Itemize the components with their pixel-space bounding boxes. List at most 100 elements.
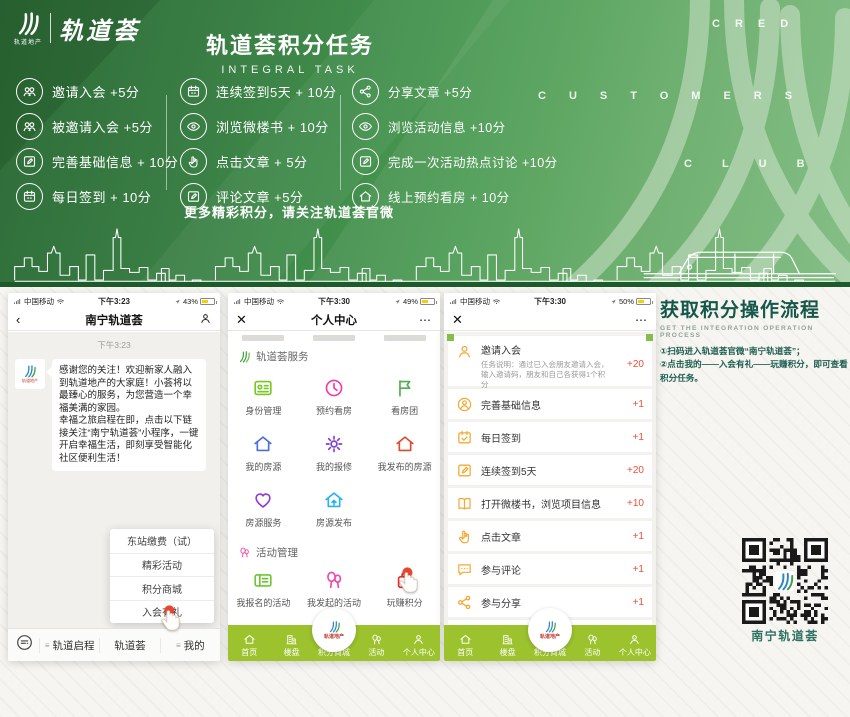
toolbar-item[interactable]: ≡我的 [160,638,220,653]
header-footnote: 更多精彩积分，请关注轨道荟官微 [184,202,394,221]
nav-bar: ✕ 个人中心 ⋯ [228,309,440,331]
view-activity-icon [352,113,379,140]
task-item[interactable]: 点击文章+1 [448,521,652,551]
more-icon[interactable]: ⋯ [635,313,648,327]
task-item[interactable]: 邀请入会任务说明：通过已入会朋友邀请入会，输入邀请码，朋友和自己各获得1个积分 … [448,336,652,386]
task-column-3: 分享文章 +5分 浏览活动信息 +10分 完成一次活动热点讨论 +10分 线上预… [352,78,558,210]
brand-divider [50,13,51,43]
tab-home[interactable]: 首页 [444,625,486,661]
task-item[interactable]: 每日签到+1 [448,422,652,452]
service-grid-row: 我的房源 我的报修 我发布的房源 [228,433,440,473]
app-tab-bar: 首页 楼盘 轨道地产 积分商城 活动 个人中心 [228,625,440,661]
menu-icon: ≡ [45,641,50,650]
qr-code [742,538,828,624]
tab-properties[interactable]: 楼盘 [270,625,312,661]
grid-item[interactable]: 我发布的房源 [369,433,440,473]
tab-activities[interactable]: 活动 [571,625,613,661]
brand-name: 轨道荟 [59,11,140,46]
task-item[interactable]: 打开微楼书，浏览项目信息+10 [448,488,652,518]
comment-icon [456,561,473,578]
grid-item[interactable]: 房源服务 [228,489,299,529]
grid-item[interactable]: 我的房源 [228,433,299,473]
avatar[interactable]: 轨道地产 [15,359,45,389]
ticket-icon [252,569,274,591]
leaf-logo-icon [544,620,557,633]
toolbar-item[interactable]: ≡轨道启程 [39,638,99,653]
chat-title: 南宁轨道荟 [8,312,220,328]
chat-message-bubble: 感谢您的关注！欢迎新家人融入到轨道地产的大家庭！小荟将以最臻心的服务，为您营造一… [52,359,206,471]
points-value: +1 [633,531,644,542]
task-row: 完善基础信息 + 10分 [16,148,178,175]
grid-item[interactable]: 预约看房 [299,377,370,417]
content-area: 中国移动 下午3:23 43% ‹ 南宁轨道荟 下午3:23 轨道地产 感谢您的… [0,287,850,717]
grid-item[interactable]: 我报名的活动 [228,569,299,609]
tab-points-mall[interactable]: 轨道地产 积分商城 [529,625,571,661]
heart-icon [252,489,274,511]
toolbar-item[interactable]: 轨道荟 [99,638,159,653]
profile-icon [456,396,473,413]
streak-checkin-icon [180,78,207,105]
grid-item[interactable]: 看房团 [369,377,440,417]
grid-item[interactable]: 身份管理 [228,377,299,417]
task-row: 浏览活动信息 +10分 [352,113,558,140]
house-edit-icon [394,433,416,455]
section-services: 轨道荟服务 [238,349,309,364]
status-time: 下午3:30 [228,296,440,307]
task-row: 完成一次活动热点讨论 +10分 [352,148,558,175]
invite-members-icon [16,78,43,105]
task-row: 邀请入会 +5分 [16,78,178,105]
tab-personal-center[interactable]: 个人中心 [614,625,656,661]
grid-item[interactable]: 房源发布 [299,489,370,529]
tab-personal-center[interactable]: 个人中心 [398,625,440,661]
task-row: 分享文章 +5分 [352,78,558,105]
clock-icon [323,377,345,399]
points-value: +1 [633,432,644,443]
complete-info-icon [16,148,43,175]
task-list: 邀请入会任务说明：通过已入会朋友邀请入会，输入邀请码，朋友和自己各获得1个积分 … [448,336,652,653]
daily-checkin-icon [16,183,43,210]
instruction-step: ①扫码进入轨道荟官微“南宁轨道荟”； [660,345,850,358]
cutoff-row [228,335,440,341]
promo-poster: CRED CUSTOMERS CLUB 轨道地产 轨道荟 轨道荟积分任务 INT… [0,0,850,717]
grid-item[interactable]: 我发起的活动 [299,569,370,609]
balloons-icon [238,546,251,559]
task-item[interactable]: 完善基础信息+1 [448,389,652,419]
menu-item[interactable]: 积分商城 [110,576,214,600]
watermark-text-customers: CUSTOMERS [538,90,815,102]
home-icon [459,633,472,646]
book-icon [456,495,473,512]
avatar-caption: 轨道地产 [22,378,38,383]
balloons-icon [586,633,599,646]
menu-item[interactable]: 精彩活动 [110,553,214,577]
leaf-logo-icon [15,10,41,36]
balloons-icon [370,633,383,646]
click-article-icon [180,148,207,175]
menu-item[interactable]: 东站缴费（试） [110,529,214,553]
tab-home[interactable]: 首页 [228,625,270,661]
phone-screenshot-personal-center: 中国移动 下午3:30 49% ✕ 个人中心 ⋯ 轨道荟服务 身份管理 预约看房… [228,293,440,661]
task-row: 被邀请入会 +5分 [16,113,178,140]
keyboard-icon[interactable] [15,633,34,657]
tab-activities[interactable]: 活动 [355,625,397,661]
hot-discussion-icon [352,148,379,175]
balloons-icon [323,569,345,591]
tab-points-mall[interactable]: 轨道地产 积分商城 [313,625,355,661]
close-icon[interactable]: ✕ [452,312,463,328]
status-time: 下午3:30 [444,296,656,307]
header-title-block: 轨道荟积分任务 INTEGRAL TASK [150,28,430,76]
panel-subtitle: GET THE INTEGRATION OPERATION PROCESS [660,325,850,339]
calendar-check-icon [456,429,473,446]
task-item[interactable]: 连续签到5天+20 [448,455,652,485]
tap-hand-cursor-icon [396,565,422,595]
brand-block: 轨道地产 轨道荟 [14,10,140,46]
id-card-icon [252,377,274,399]
share-icon [456,594,473,611]
tab-properties[interactable]: 楼盘 [486,625,528,661]
page-accent [447,334,454,341]
chat-bottom-toolbar: ≡轨道启程 轨道荟 ≡我的 [8,628,220,661]
task-item[interactable]: 参与评论+1 [448,554,652,584]
page-title: 轨道荟积分任务 [150,28,430,60]
invited-members-icon [16,113,43,140]
gear-icon [323,433,345,455]
grid-item[interactable]: 我的报修 [299,433,370,473]
